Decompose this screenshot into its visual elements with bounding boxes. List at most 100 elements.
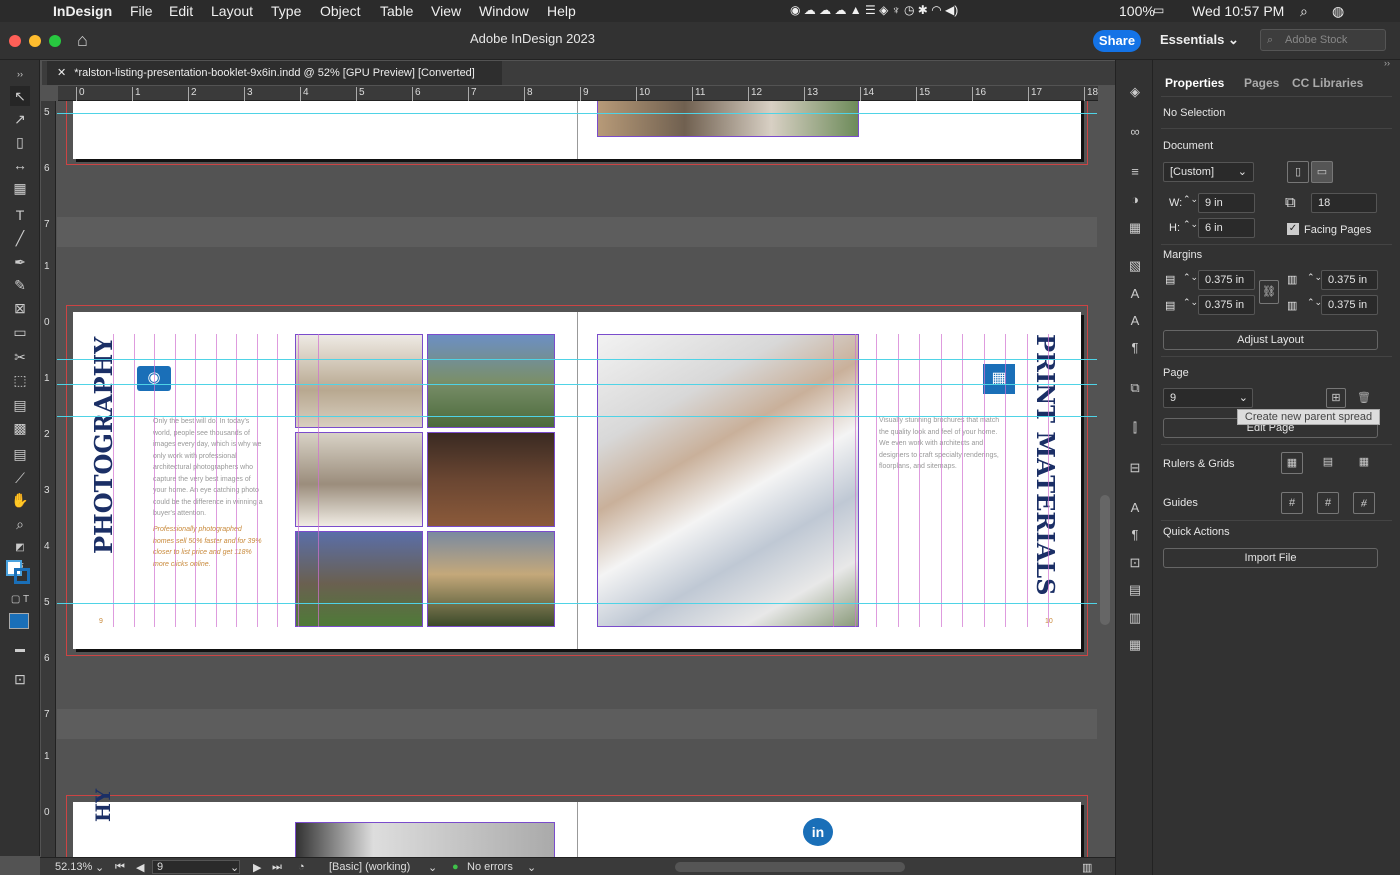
margin-bottom-field[interactable]: 0.375 in <box>1198 295 1255 315</box>
tab-pages[interactable]: Pages <box>1244 76 1279 90</box>
tab-cc-libraries[interactable]: CC Libraries <box>1292 76 1363 90</box>
chevron-down-icon[interactable]: ⌄ <box>428 861 437 874</box>
import-file-button[interactable]: Import File <box>1163 548 1378 568</box>
left-body-text[interactable]: Only the best will do. In today's world,… <box>153 416 263 520</box>
photo-frame[interactable] <box>295 334 423 428</box>
photo-frame[interactable] <box>295 432 423 527</box>
gradient-tool-icon[interactable]: ▤ <box>10 395 30 415</box>
photo-frame[interactable] <box>427 334 555 428</box>
pencil-tool-icon[interactable]: ✎ <box>10 275 30 295</box>
stepper-icon[interactable]: ⌃⌄ <box>1307 272 1322 283</box>
formatting-affects-container-icon[interactable]: ▢ T <box>10 590 30 610</box>
direct-selection-tool-icon[interactable]: ↗ <box>10 109 30 129</box>
width-field[interactable]: 9 in <box>1198 193 1255 213</box>
split-view-icon[interactable]: ▥ <box>1082 861 1092 874</box>
search-icon[interactable]: ⌕ <box>1300 3 1308 20</box>
note-tool-icon[interactable]: ▤ <box>10 444 30 464</box>
paragraph-icon[interactable]: ¶ <box>1126 340 1144 358</box>
smart-guides-icon[interactable]: ⧣ <box>1353 492 1375 514</box>
adjust-layout-button[interactable]: Adjust Layout <box>1163 330 1378 350</box>
portrait-orientation-icon[interactable]: ▯ <box>1287 161 1309 183</box>
swatches-icon[interactable]: ▦ <box>1126 220 1144 238</box>
margin-right-field[interactable]: 0.375 in <box>1321 295 1378 315</box>
table-styles-icon[interactable]: ▥ <box>1126 610 1144 628</box>
scissors-tool-icon[interactable]: ✂ <box>10 347 30 367</box>
screen-mode-icon[interactable]: ⊡ <box>10 669 30 689</box>
gap-tool-icon[interactable]: ↔ <box>10 155 30 175</box>
stepper-icon[interactable]: ⌃⌄ <box>1183 297 1198 308</box>
menu-window[interactable]: Window <box>479 3 529 19</box>
rectangle-tool-icon[interactable]: ▭ <box>10 322 30 342</box>
zoom-level[interactable]: 52.13% <box>55 861 92 873</box>
horizontal-scrollbar[interactable] <box>675 862 905 872</box>
battery-icon[interactable]: ▭ <box>1153 3 1164 17</box>
photo-frame[interactable] <box>427 432 555 527</box>
selection-tool-icon[interactable]: ↖ <box>10 86 30 106</box>
menu-view[interactable]: View <box>431 3 461 19</box>
cell-styles-icon[interactable]: ▦ <box>1126 637 1144 655</box>
line-tool-icon[interactable]: ╱ <box>10 228 30 248</box>
link-margins-icon[interactable]: ⛓ <box>1259 280 1279 304</box>
preflight-profile[interactable]: [Basic] (working) <box>329 861 410 873</box>
tab-properties[interactable]: Properties <box>1165 76 1224 90</box>
photo-frame[interactable] <box>295 531 423 627</box>
chevron-down-icon[interactable]: ⌄ <box>230 861 239 874</box>
photo-frame[interactable] <box>295 822 555 858</box>
first-page-icon[interactable]: ⏮ <box>115 861 125 874</box>
links-icon[interactable]: ∞ <box>1126 124 1144 142</box>
effects-icon[interactable]: ⊡ <box>1126 555 1144 573</box>
vertical-ruler[interactable]: 5 6 7 1 0 1 2 3 4 5 6 7 1 0 <box>41 101 56 858</box>
chevron-down-icon[interactable]: ⌄ <box>95 861 104 874</box>
pen-tool-icon[interactable]: ✒ <box>10 252 30 272</box>
ruler-guide[interactable] <box>57 359 1097 360</box>
photo-frame[interactable] <box>597 101 859 137</box>
ruler-guide[interactable] <box>57 603 1097 604</box>
baseline-grid-icon[interactable]: ▤ <box>1317 452 1339 474</box>
table-icon[interactable]: ▤ <box>1126 582 1144 600</box>
content-collector-icon[interactable]: ▦ <box>10 178 30 198</box>
color-icon[interactable]: ◑ <box>1126 192 1144 210</box>
text-wrap-icon[interactable]: ⊟ <box>1126 460 1144 478</box>
ruler-toggle-icon[interactable]: ▦ <box>1281 452 1303 474</box>
adobe-stock-search[interactable]: ⌕ Adobe Stock <box>1260 29 1386 51</box>
document-grid-icon[interactable]: ▦ <box>1353 452 1375 474</box>
menu-table[interactable]: Table <box>380 3 413 19</box>
ruler-guide[interactable] <box>57 113 1097 114</box>
free-transform-tool-icon[interactable]: ⬚ <box>10 370 30 390</box>
apply-color-icon[interactable] <box>9 613 29 629</box>
margin-left-field[interactable]: 0.375 in <box>1321 270 1378 290</box>
stepper-icon[interactable]: ⌃⌄ <box>1183 272 1198 283</box>
ruler-guide[interactable] <box>57 416 1097 417</box>
document-tab[interactable]: ✕ *ralston-listing-presentation-booklet-9… <box>47 61 502 85</box>
ruler-guide[interactable] <box>57 384 1097 385</box>
vertical-scrollbar[interactable] <box>1100 495 1110 625</box>
workspace-switcher[interactable]: Essentials ⌄ <box>1160 32 1239 48</box>
status-icons[interactable]: ◉ ☁ ☁ ☁ ▲ ☰ ◈ ♆ ◷ ✱ ◠ ◀) <box>790 3 958 17</box>
document-preset-select[interactable]: [Custom] ⌄ <box>1163 162 1254 182</box>
menu-edit[interactable]: Edit <box>169 3 193 19</box>
menu-help[interactable]: Help <box>547 3 576 19</box>
collapse-icon[interactable]: ›› <box>1384 58 1390 68</box>
siri-icon[interactable]: ◍ <box>1332 3 1344 20</box>
close-icon[interactable]: ✕ <box>57 67 66 79</box>
menu-file[interactable]: File <box>130 3 153 19</box>
height-field[interactable]: 6 in <box>1198 218 1255 238</box>
stroke-icon[interactable]: ≡ <box>1126 164 1144 182</box>
view-mode-icon[interactable]: ▬ <box>10 640 30 660</box>
menu-object[interactable]: Object <box>320 3 360 19</box>
stepper-icon[interactable]: ⌃⌄ <box>1183 194 1198 205</box>
clock[interactable]: Wed 10:57 PM <box>1192 3 1284 19</box>
show-guides-icon[interactable]: # <box>1281 492 1303 514</box>
menu-app[interactable]: InDesign <box>53 3 112 19</box>
prev-page-icon[interactable]: ◀ <box>136 861 144 874</box>
pages-count-field[interactable]: 18 <box>1311 193 1377 213</box>
eyedropper-tool-icon[interactable]: ⟋ <box>10 468 30 488</box>
menu-type[interactable]: Type <box>271 3 301 19</box>
stepper-icon[interactable]: ⌃⌄ <box>1307 297 1322 308</box>
story-icon[interactable]: ¶ <box>1126 527 1144 545</box>
character-icon[interactable]: A <box>1126 313 1144 331</box>
default-colors-icon[interactable]: ◩ ↺ <box>10 538 30 573</box>
landscape-orientation-icon[interactable]: ▭ <box>1311 161 1333 183</box>
layers-icon[interactable]: ◈ <box>1126 84 1144 102</box>
next-page-icon[interactable]: ▶ <box>253 861 261 874</box>
